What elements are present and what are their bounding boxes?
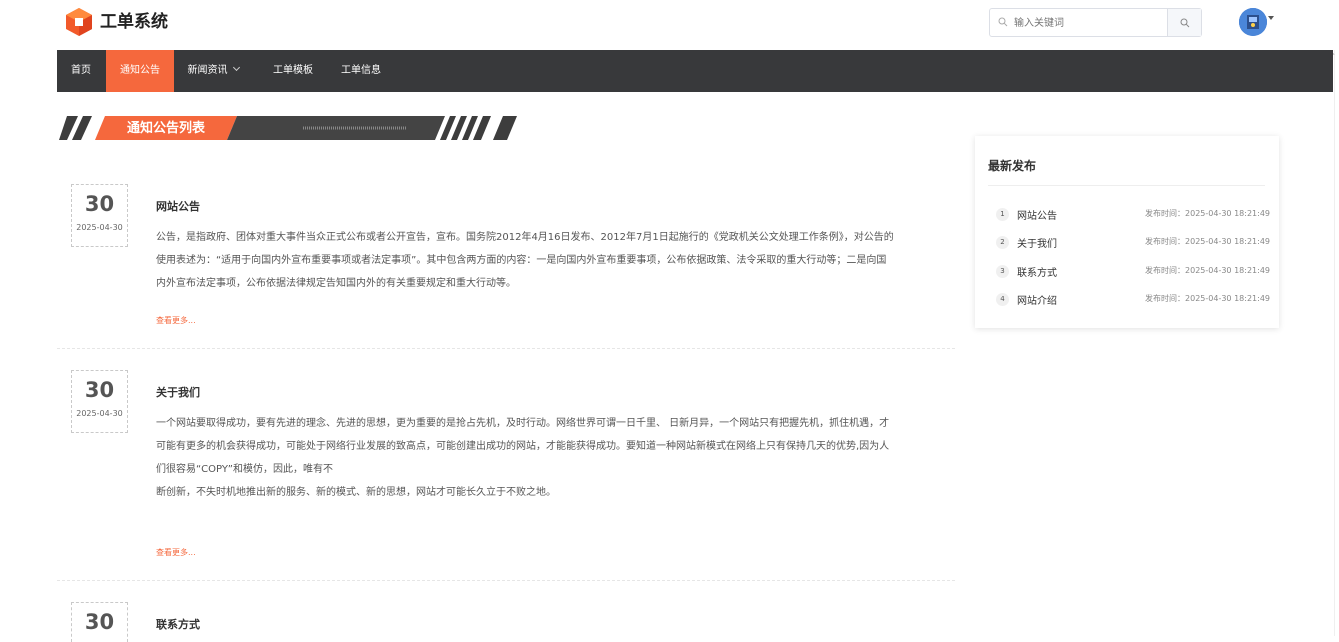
post-date: 2025-04-30 [76,223,123,232]
latest-post-time: 发布时间：2025-04-30 18:21:49 [1145,266,1270,275]
post-paragraph: 断创新，不失时机地推出新的服务、新的模式、新的思想，网站才可能长久立于不败之地。 [156,487,556,498]
latest-posts-title: 最新发布 [988,159,1037,173]
search-icon [1180,18,1189,27]
site-logo-icon[interactable] [64,7,94,37]
section-title: 通知公告列表 [126,121,205,136]
nav-item-news[interactable]: 新闻资讯 [175,50,251,92]
post-day: 30 [84,192,115,216]
latest-post-name[interactable]: 关于我们 [1017,235,1057,250]
nav-item-label: 工单信息 [341,65,381,76]
caret-down-icon[interactable] [1268,16,1274,20]
post-title[interactable]: 网站公告 [156,198,200,214]
post-date-box: 30 2025-04-30 [71,184,128,247]
post-divider [57,580,955,581]
latest-post-name[interactable]: 联系方式 [1017,264,1057,279]
post-paragraph: 一个网站要取得成功，要有先进的理念、先进的思想，更为重要的是抢占先机，及时行动。… [156,418,890,429]
post-paragraph: 可能有更多的机会获得成功，可能处于网络行业发展的致高点，可能创建出成功的网站，才… [156,441,890,475]
post-paragraph: 公告，是指政府、团体对重大事件当众正式公布或者公开宣告，宣布。国务院2012年4… [156,232,894,289]
panel-divider [988,185,1265,186]
nav-item-templates[interactable]: 工单模板 [263,50,323,92]
search-box [989,8,1202,37]
nav-item-tickets[interactable]: 工单信息 [331,50,391,92]
read-more-link[interactable]: 查看更多... [156,547,196,558]
nav-item-label: 工单模板 [273,65,313,76]
latest-post-rank: 3 [996,265,1009,278]
search-input[interactable] [1012,12,1156,35]
latest-post-name[interactable]: 网站公告 [1017,207,1057,222]
latest-post-rank: 4 [996,293,1009,306]
post-day: 30 [84,610,115,634]
latest-post-rank: 2 [996,236,1009,249]
post-item: 30 2025-04-30 关于我们 一个网站要取得成功，要有先进的理念、先进的… [57,356,955,581]
post-item: 30 联系方式 [57,588,955,642]
latest-post-item[interactable]: 1 网站公告 发布时间：2025-04-30 18:21:49 [996,205,1270,225]
latest-post-time: 发布时间：2025-04-30 18:21:49 [1145,209,1270,218]
nav-item-label: 首页 [71,65,91,76]
search-button[interactable] [1167,9,1201,36]
latest-post-name[interactable]: 网站介绍 [1017,292,1057,307]
nav-item-label: 新闻资讯 [187,65,228,76]
latest-post-rank: 1 [996,208,1009,221]
post-body: 公告，是指政府、团体对重大事件当众正式公布或者公开宣告，宣布。国务院2012年4… [156,226,896,295]
page-scrollbar-track [1334,0,1335,636]
user-avatar[interactable] [1239,8,1267,36]
main-nav: 首页 通知公告 新闻资讯 工单模板 工单信息 [57,50,1333,92]
latest-post-time: 发布时间：2025-04-30 18:21:49 [1145,237,1270,246]
post-date: 2025-04-30 [76,409,123,418]
latest-post-time: 发布时间：2025-04-30 18:21:49 [1145,294,1270,303]
post-date-box: 30 [71,602,128,642]
nav-item-home[interactable]: 首页 [57,50,105,92]
top-header: 工单系统 [0,0,1339,50]
read-more-link[interactable]: 查看更多... [156,315,196,326]
latest-posts-panel: 最新发布 1 网站公告 发布时间：2025-04-30 18:21:49 2 关… [975,136,1279,328]
chevron-down-icon [232,63,240,72]
nav-item-notices[interactable]: 通知公告 [106,50,174,92]
post-title[interactable]: 联系方式 [156,616,200,632]
post-title[interactable]: 关于我们 [156,384,200,400]
post-date-box: 30 2025-04-30 [71,370,128,433]
site-title: 工单系统 [100,12,168,32]
search-icon [998,17,1008,27]
post-day: 30 [84,378,115,402]
latest-post-item[interactable]: 2 关于我们 发布时间：2025-04-30 18:21:49 [996,233,1270,253]
post-item: 30 2025-04-30 网站公告 公告，是指政府、团体对重大事件当众正式公布… [57,170,955,349]
post-divider [57,348,955,349]
latest-post-item[interactable]: 4 网站介绍 发布时间：2025-04-30 18:21:49 [996,290,1270,310]
latest-post-item[interactable]: 3 联系方式 发布时间：2025-04-30 18:21:49 [996,262,1270,282]
post-body: 一个网站要取得成功，要有先进的理念、先进的思想，更为重要的是抢占先机，及时行动。… [156,412,896,504]
nav-item-label: 通知公告 [120,65,160,76]
avatar-image-icon [1239,8,1267,36]
